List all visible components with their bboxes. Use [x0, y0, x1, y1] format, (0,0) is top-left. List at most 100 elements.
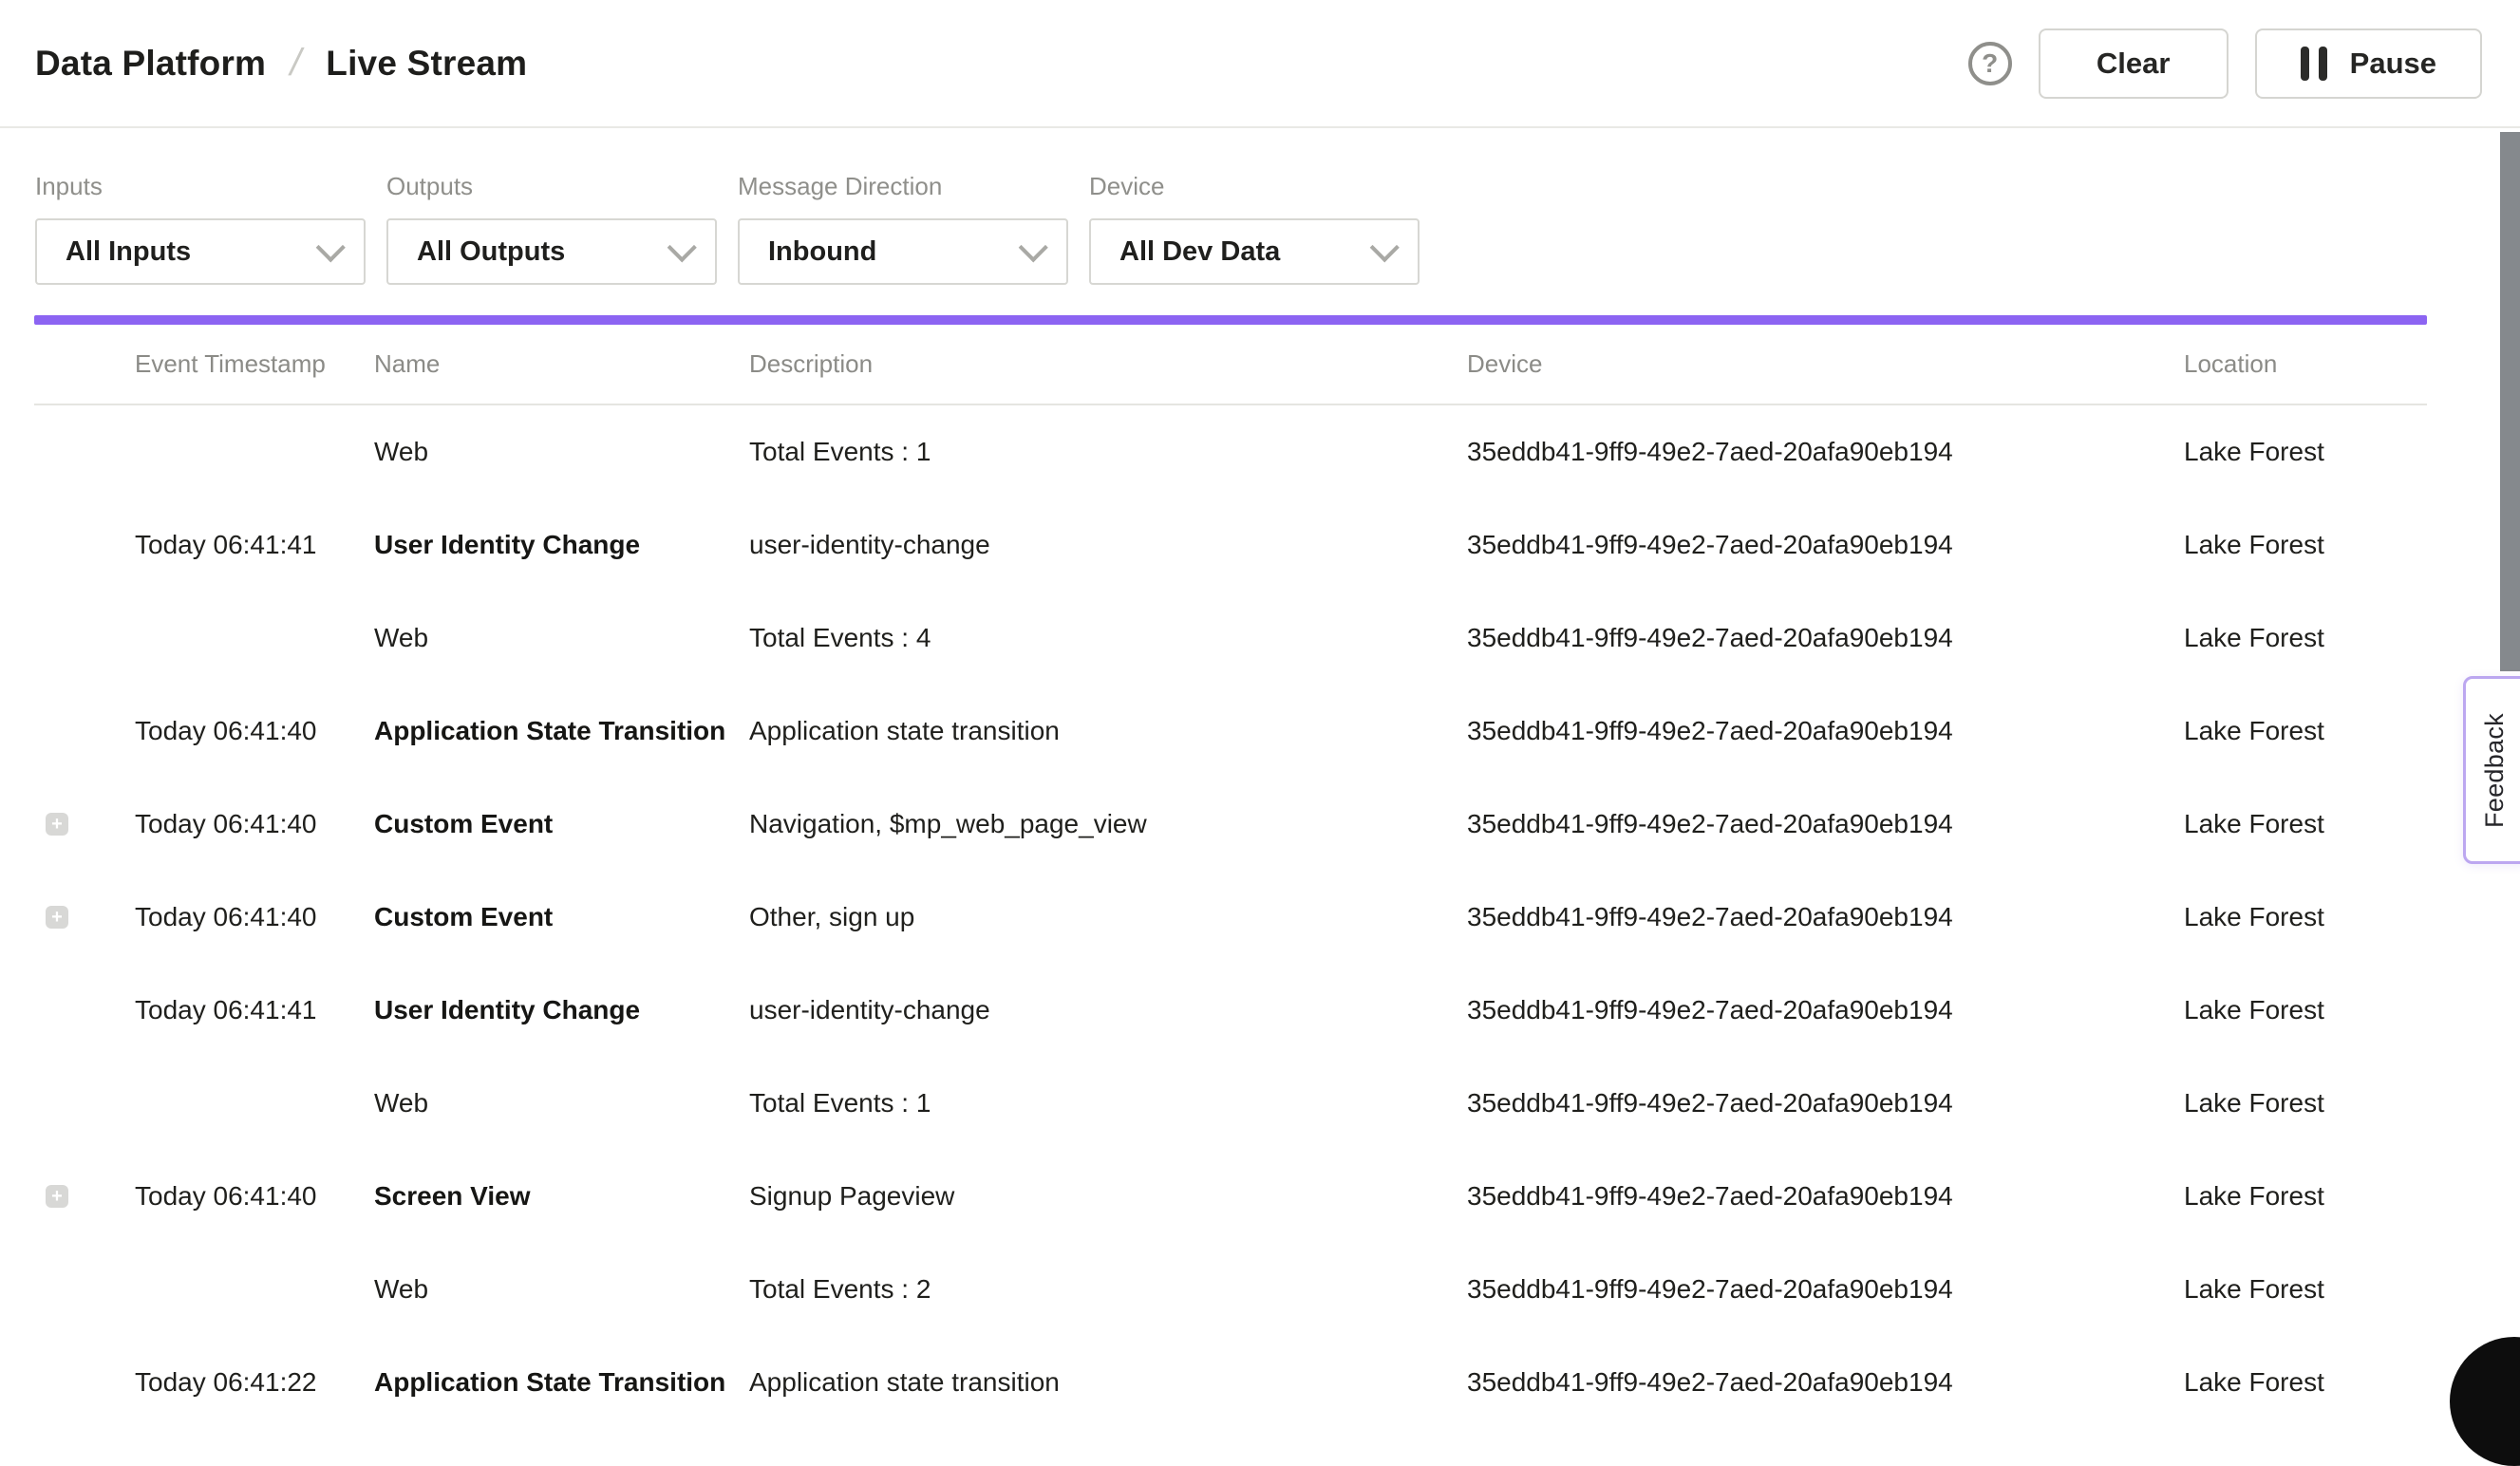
- cell-description: Total Events : 1: [749, 437, 1467, 467]
- col-event-timestamp: Event Timestamp: [135, 349, 374, 379]
- cell-timestamp: Today 06:41:41: [135, 995, 374, 1025]
- chat-bubble-icon[interactable]: [2450, 1337, 2520, 1466]
- breadcrumb-separator: /: [286, 42, 306, 85]
- outputs-select[interactable]: All Outputs: [386, 218, 717, 285]
- chevron-down-icon: [668, 233, 697, 262]
- cell-name: Custom Event: [374, 809, 749, 839]
- cell-description: Total Events : 4: [749, 623, 1467, 653]
- breadcrumb: Data Platform / Live Stream: [35, 42, 527, 85]
- cell-name: Web: [374, 437, 749, 467]
- event-row[interactable]: +Today 06:41:40Custom EventNavigation, $…: [34, 778, 2427, 871]
- feedback-tab-label: Feedback: [2480, 713, 2510, 828]
- filter-outputs-label: Outputs: [386, 172, 717, 201]
- cell-location: Lake Forest: [2184, 809, 2427, 839]
- cell-device: 35eddb41-9ff9-49e2-7aed-20afa90eb194: [1467, 1181, 2184, 1212]
- feedback-tab[interactable]: Feedback: [2463, 676, 2520, 864]
- clear-button[interactable]: Clear: [2039, 28, 2229, 99]
- filter-device-label: Device: [1089, 172, 1420, 201]
- topbar-actions: ? Clear Pause: [1968, 28, 2482, 99]
- cell-name: Custom Event: [374, 902, 749, 932]
- cell-name: Application State Transition: [374, 716, 749, 746]
- cell-name: Web: [374, 623, 749, 653]
- expand-cell: +: [34, 813, 135, 836]
- cell-location: Lake Forest: [2184, 623, 2427, 653]
- event-row[interactable]: WebTotal Events : 235eddb41-9ff9-49e2-7a…: [34, 1243, 2427, 1336]
- message-direction-select[interactable]: Inbound: [738, 218, 1068, 285]
- cell-timestamp: Today 06:41:40: [135, 716, 374, 746]
- message-direction-select-value: Inbound: [768, 236, 876, 268]
- cell-location: Lake Forest: [2184, 1088, 2427, 1118]
- expand-plus-icon[interactable]: +: [46, 813, 68, 836]
- col-location: Location: [2184, 349, 2427, 379]
- cell-description: Other, sign up: [749, 902, 1467, 932]
- filter-outputs: Outputs All Outputs: [386, 172, 717, 285]
- cell-description: Signup Pageview: [749, 1181, 1467, 1212]
- chevron-down-icon: [1370, 233, 1400, 262]
- expand-cell: +: [34, 1185, 135, 1208]
- cell-device: 35eddb41-9ff9-49e2-7aed-20afa90eb194: [1467, 1367, 2184, 1398]
- cell-location: Lake Forest: [2184, 1181, 2427, 1212]
- cell-name: User Identity Change: [374, 530, 749, 560]
- pause-button[interactable]: Pause: [2255, 28, 2482, 99]
- cell-timestamp: Today 06:41:22: [135, 1367, 374, 1398]
- cell-description: Total Events : 1: [749, 1088, 1467, 1118]
- help-icon[interactable]: ?: [1968, 42, 2012, 85]
- cell-timestamp: Today 06:41:40: [135, 1181, 374, 1212]
- filter-inputs: Inputs All Inputs: [35, 172, 366, 285]
- expand-plus-icon[interactable]: +: [46, 1185, 68, 1208]
- cell-location: Lake Forest: [2184, 902, 2427, 932]
- vertical-scrollbar-thumb[interactable]: [2500, 132, 2520, 671]
- cell-name: Application State Transition: [374, 1367, 749, 1398]
- cell-device: 35eddb41-9ff9-49e2-7aed-20afa90eb194: [1467, 623, 2184, 653]
- event-row[interactable]: Today 06:41:22Application State Transiti…: [34, 1336, 2427, 1429]
- expand-cell: +: [34, 906, 135, 929]
- cell-device: 35eddb41-9ff9-49e2-7aed-20afa90eb194: [1467, 716, 2184, 746]
- event-row[interactable]: + Today 06:41:40Custom EventOther, sign u…: [34, 871, 2427, 964]
- cell-description: user-identity-change: [749, 530, 1467, 560]
- col-description: Description: [749, 349, 1467, 379]
- cell-device: 35eddb41-9ff9-49e2-7aed-20afa90eb194: [1467, 1274, 2184, 1305]
- cell-location: Lake Forest: [2184, 1367, 2427, 1398]
- expand-plus-icon[interactable]: +: [46, 906, 68, 929]
- event-table-header: Event Timestamp Name Description Device …: [34, 325, 2427, 405]
- cell-timestamp: Today 06:41:40: [135, 902, 374, 932]
- cell-timestamp: Today 06:41:41: [135, 530, 374, 560]
- cell-device: 35eddb41-9ff9-49e2-7aed-20afa90eb194: [1467, 437, 2184, 467]
- cell-location: Lake Forest: [2184, 1274, 2427, 1305]
- cell-name: Web: [374, 1088, 749, 1118]
- cell-name: Web: [374, 1274, 749, 1305]
- pause-button-label: Pause: [2350, 47, 2436, 81]
- cell-description: Total Events : 2: [749, 1274, 1467, 1305]
- pause-icon: [2301, 47, 2327, 81]
- cell-description: Application state transition: [749, 716, 1467, 746]
- cell-description: user-identity-change: [749, 995, 1467, 1025]
- breadcrumb-data-platform[interactable]: Data Platform: [35, 44, 266, 84]
- event-row[interactable]: Today 06:41:41User Identity Changeuser-i…: [34, 498, 2427, 592]
- device-select[interactable]: All Dev Data: [1089, 218, 1420, 285]
- event-table-body: WebTotal Events : 135eddb41-9ff9-49e2-7a…: [34, 405, 2427, 1429]
- live-stream-progress-bar: [34, 315, 2427, 325]
- event-row[interactable]: +Today 06:41:40Screen ViewSignup Pagevie…: [34, 1150, 2427, 1243]
- inputs-select[interactable]: All Inputs: [35, 218, 366, 285]
- event-row[interactable]: WebTotal Events : 135eddb41-9ff9-49e2-7a…: [34, 1057, 2427, 1150]
- top-bar: Data Platform / Live Stream ? Clear Paus…: [0, 0, 2520, 128]
- cell-device: 35eddb41-9ff9-49e2-7aed-20afa90eb194: [1467, 1088, 2184, 1118]
- col-device: Device: [1467, 349, 2184, 379]
- clear-button-label: Clear: [2097, 47, 2171, 81]
- event-row[interactable]: Today 06:41:40Application State Transiti…: [34, 685, 2427, 778]
- event-row[interactable]: WebTotal Events : 435eddb41-9ff9-49e2-7a…: [34, 592, 2427, 685]
- event-row[interactable]: WebTotal Events : 135eddb41-9ff9-49e2-7a…: [34, 405, 2427, 498]
- filter-message-direction: Message Direction Inbound: [738, 172, 1068, 285]
- cell-device: 35eddb41-9ff9-49e2-7aed-20afa90eb194: [1467, 995, 2184, 1025]
- col-name: Name: [374, 349, 749, 379]
- cell-description: Navigation, $mp_web_page_view: [749, 809, 1467, 839]
- cell-location: Lake Forest: [2184, 437, 2427, 467]
- breadcrumb-live-stream: Live Stream: [326, 44, 527, 84]
- device-select-value: All Dev Data: [1119, 236, 1280, 268]
- filter-device: Device All Dev Data: [1089, 172, 1420, 285]
- event-row[interactable]: Today 06:41:41User Identity Changeuser-i…: [34, 964, 2427, 1057]
- chevron-down-icon: [1019, 233, 1048, 262]
- filter-message-direction-label: Message Direction: [738, 172, 1068, 201]
- chevron-down-icon: [316, 233, 346, 262]
- cell-name: User Identity Change: [374, 995, 749, 1025]
